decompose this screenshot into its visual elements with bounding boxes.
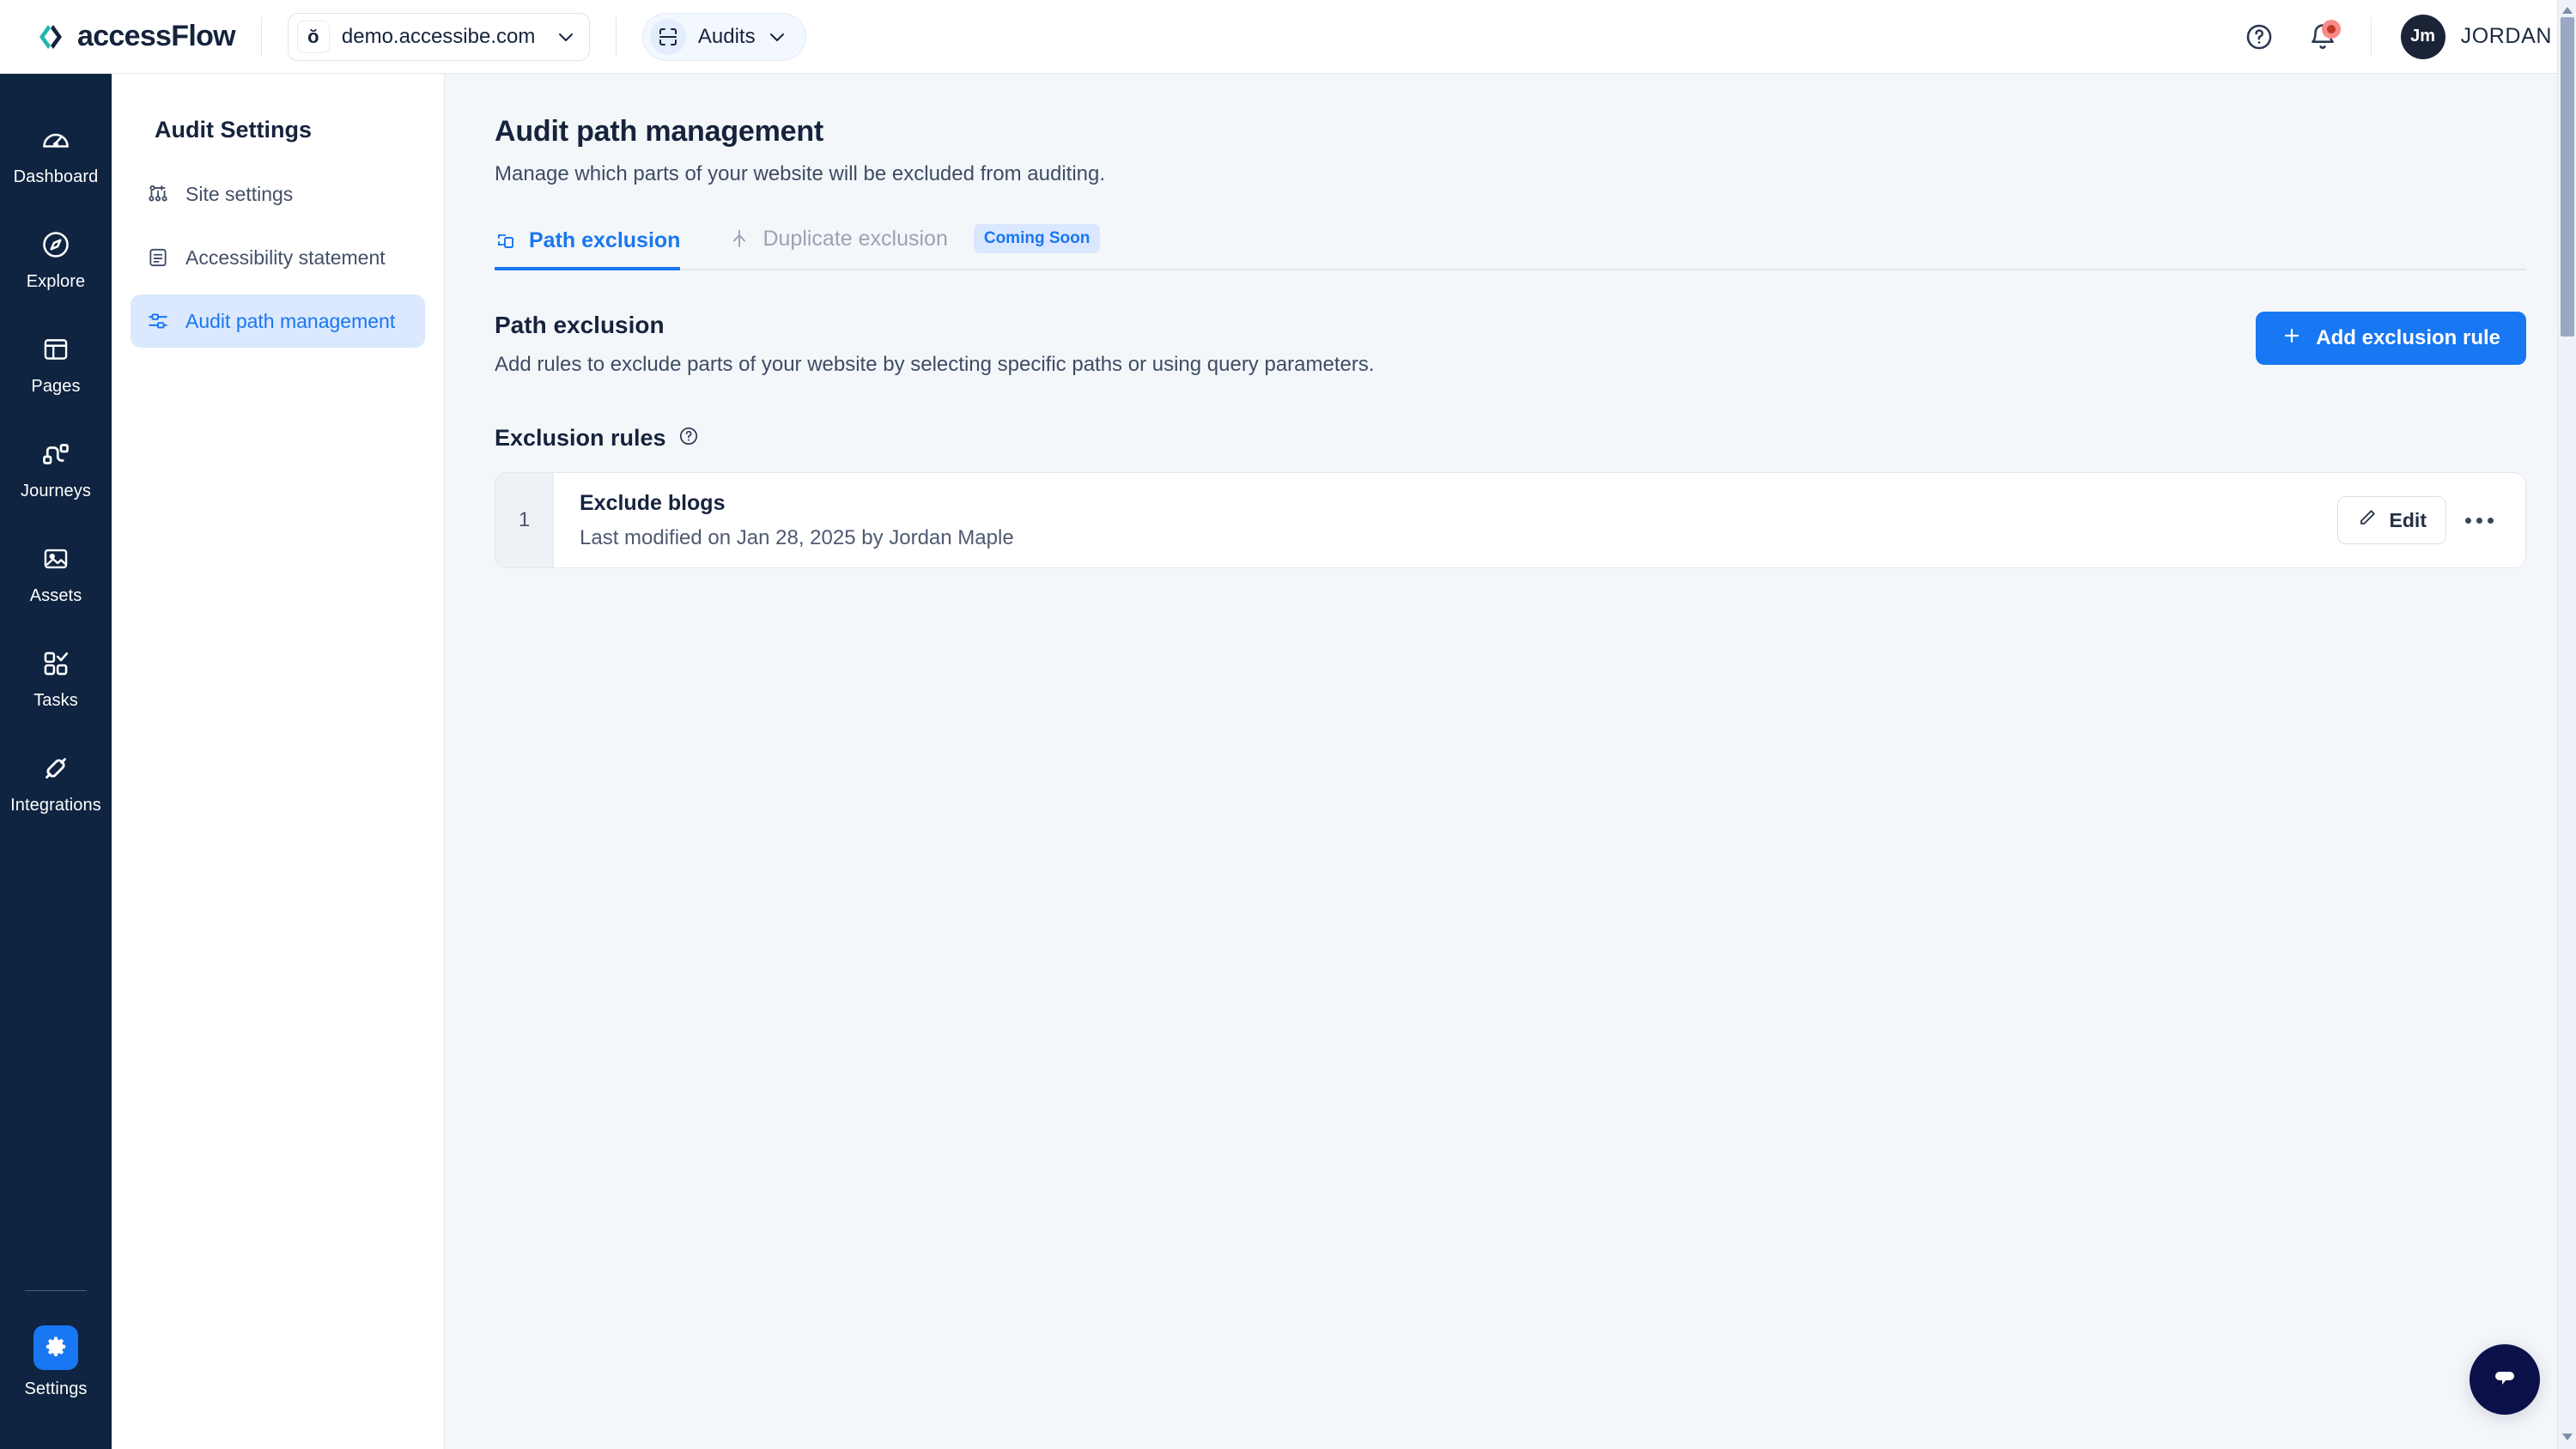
sidebar-item-label: Site settings: [185, 182, 294, 205]
pencil-icon: [2357, 507, 2378, 533]
sidebar-item-tasks[interactable]: Tasks: [0, 634, 112, 718]
primary-nav-rail: Dashboard Explore Pages Journeys Assets …: [0, 74, 112, 1449]
site-favicon-icon: ŏ: [296, 20, 330, 53]
sidebar-item-dashboard[interactable]: Dashboard: [0, 110, 112, 194]
tab-label: Path exclusion: [529, 228, 681, 252]
scroll-up-arrow-icon[interactable]: [2562, 7, 2573, 14]
image-icon: [38, 541, 74, 577]
rule-index: 1: [495, 473, 554, 567]
divider: [25, 1290, 87, 1291]
merge-branch-icon: [728, 227, 750, 250]
tab-label: Duplicate exclusion: [762, 226, 948, 251]
rule-actions: Edit: [2336, 473, 2525, 567]
status-badge: Coming Soon: [973, 224, 1101, 253]
sidebar-item-site-settings[interactable]: Site settings: [131, 167, 425, 221]
exclusion-rules-header: Exclusion rules: [495, 425, 2526, 452]
sidebar-item-accessibility-statement[interactable]: Accessibility statement: [131, 231, 425, 284]
sidebar-item-label: Tasks: [33, 691, 78, 710]
gauge-icon: [38, 122, 74, 158]
gear-icon: [33, 1325, 78, 1370]
help-circle-icon[interactable]: [2240, 18, 2278, 56]
accessflow-logo-icon: [36, 22, 65, 52]
chevron-down-icon: [768, 27, 787, 46]
sidebar-item-label: Integrations: [10, 796, 101, 815]
dashed-square-icon: [495, 230, 517, 252]
sidebar-item-label: Journeys: [21, 482, 91, 500]
scope-selector-label: Audits: [697, 24, 756, 48]
notification-badge: [2321, 19, 2341, 39]
page-title: Audit path management: [495, 115, 824, 148]
sidebar-item-journeys[interactable]: Journeys: [0, 424, 112, 508]
sidebar-item-pages[interactable]: Pages: [0, 319, 112, 403]
scan-audit-icon: [649, 18, 686, 55]
chat-bubble-icon: [2488, 1361, 2522, 1399]
sidebar-item-integrations[interactable]: Integrations: [0, 738, 112, 822]
site-settings-icon: [146, 182, 170, 206]
site-selector-value: demo.accessibe.com: [341, 24, 536, 48]
help-circle-icon[interactable]: [678, 426, 699, 451]
sidebar-item-label: Pages: [31, 377, 81, 396]
avatar: Jm: [2400, 14, 2445, 59]
sidebar-item-label: Explore: [26, 272, 86, 291]
divider: [615, 16, 617, 57]
user-menu[interactable]: Jm JORDAN: [2400, 14, 2552, 59]
edit-rule-button[interactable]: Edit: [2336, 496, 2446, 544]
sidebar-item-assets[interactable]: Assets: [0, 529, 112, 613]
plug-icon: [38, 750, 74, 786]
top-bar: accessFlow ŏ demo.accessibe.com Audits J…: [0, 0, 2576, 74]
document-lines-icon: [146, 246, 170, 270]
exclusion-rules-label: Exclusion rules: [495, 425, 666, 451]
sidebar-item-audit-path-management[interactable]: Audit path management: [131, 294, 425, 348]
divider: [2370, 16, 2372, 57]
sidebar-item-label: Dashboard: [13, 167, 99, 186]
rule-details: Exclude blogs Last modified on Jan 28, 2…: [554, 473, 2337, 567]
chevron-down-icon: [556, 27, 575, 46]
scope-selector-audits[interactable]: Audits: [641, 12, 806, 61]
audit-settings-subnav: Audit Settings Site settings Accessibili…: [112, 74, 445, 1449]
journey-nodes-icon: [38, 436, 74, 472]
scroll-down-arrow-icon[interactable]: [2562, 1434, 2573, 1440]
section-header-text: Path exclusion Add rules to exclude part…: [495, 312, 1375, 377]
table-row[interactable]: 1 Exclude blogs Last modified on Jan 28,…: [495, 472, 2526, 568]
divider: [260, 16, 262, 57]
section-header: Path exclusion Add rules to exclude part…: [495, 312, 2526, 377]
section-subtitle: Add rules to exclude parts of your websi…: [495, 353, 1375, 376]
app-root: accessFlow ŏ demo.accessibe.com Audits J…: [0, 0, 2576, 1449]
edit-rule-label: Edit: [2389, 508, 2427, 531]
checklist-squares-icon: [38, 646, 74, 682]
sidebar-item-label: Assets: [29, 586, 82, 605]
sidebar-item-label: Audit path management: [185, 309, 396, 332]
subnav-title: Audit Settings: [155, 117, 312, 142]
layout-icon: [38, 331, 74, 367]
chat-widget-button[interactable]: [2470, 1344, 2540, 1415]
user-name: JORDAN: [2460, 24, 2552, 48]
rule-name: Exclude blogs: [580, 490, 726, 515]
add-exclusion-rule-label: Add exclusion rule: [2316, 326, 2500, 349]
bell-icon[interactable]: [2304, 18, 2342, 56]
tab-path-exclusion[interactable]: Path exclusion: [495, 228, 681, 270]
top-bar-right: Jm JORDAN: [2240, 14, 2552, 59]
section-title: Path exclusion: [495, 312, 665, 338]
compass-icon: [38, 227, 74, 263]
sidebar-item-explore[interactable]: Explore: [0, 215, 112, 299]
page-subtitle: Manage which parts of your website will …: [495, 162, 1106, 185]
site-selector[interactable]: ŏ demo.accessibe.com: [287, 12, 590, 61]
add-exclusion-rule-button[interactable]: Add exclusion rule: [2256, 312, 2526, 365]
path-sliders-icon: [146, 309, 170, 333]
main-content: Audit path management Manage which parts…: [445, 74, 2576, 1449]
rule-last-modified: Last modified on Jan 28, 2025 by Jordan …: [580, 525, 1014, 549]
brand-name: accessFlow: [77, 20, 236, 52]
sidebar-item-label: Settings: [24, 1379, 88, 1398]
main-inner: Audit path management Manage which parts…: [445, 115, 2576, 568]
sidebar-item-label: Accessibility statement: [185, 246, 386, 269]
brand[interactable]: accessFlow: [36, 20, 236, 53]
ellipsis-icon[interactable]: [2455, 496, 2503, 544]
vertical-scrollbar[interactable]: [2557, 0, 2576, 1449]
plus-icon: [2281, 325, 2302, 352]
scrollbar-thumb[interactable]: [2561, 17, 2574, 336]
sidebar-item-settings[interactable]: Settings: [0, 1313, 112, 1406]
body: Dashboard Explore Pages Journeys Assets …: [0, 74, 2576, 1449]
tab-bar: Path exclusion Duplicate exclusion Comin…: [495, 224, 2526, 270]
tab-duplicate-exclusion[interactable]: Duplicate exclusion Coming Soon: [728, 224, 1101, 270]
